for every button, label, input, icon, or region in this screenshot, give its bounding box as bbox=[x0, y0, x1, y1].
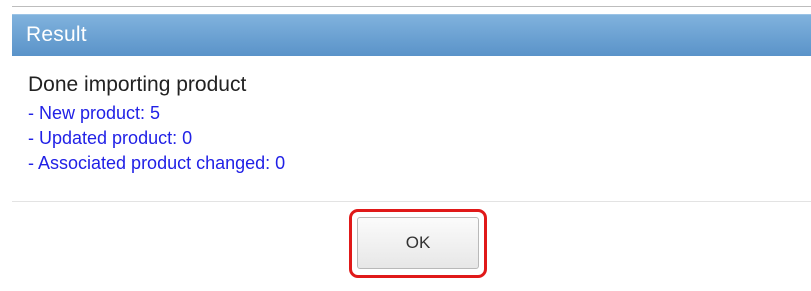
import-status-message: Done importing product bbox=[28, 73, 247, 96]
dialog-titlebar: Result bbox=[12, 14, 811, 56]
new-product-count: - New product: 5 bbox=[28, 103, 161, 123]
updated-product-count: - Updated product: 0 bbox=[28, 128, 193, 148]
footer-divider bbox=[12, 201, 811, 202]
ok-button[interactable]: OK bbox=[357, 217, 479, 269]
top-divider bbox=[12, 6, 811, 7]
associated-product-changed-count: - Associated product changed: 0 bbox=[28, 153, 286, 173]
result-dialog: Result Done importing product - New prod… bbox=[12, 14, 811, 291]
dialog-content: Done importing product - New product: 5 … bbox=[28, 72, 811, 176]
dialog-title: Result bbox=[26, 23, 87, 46]
